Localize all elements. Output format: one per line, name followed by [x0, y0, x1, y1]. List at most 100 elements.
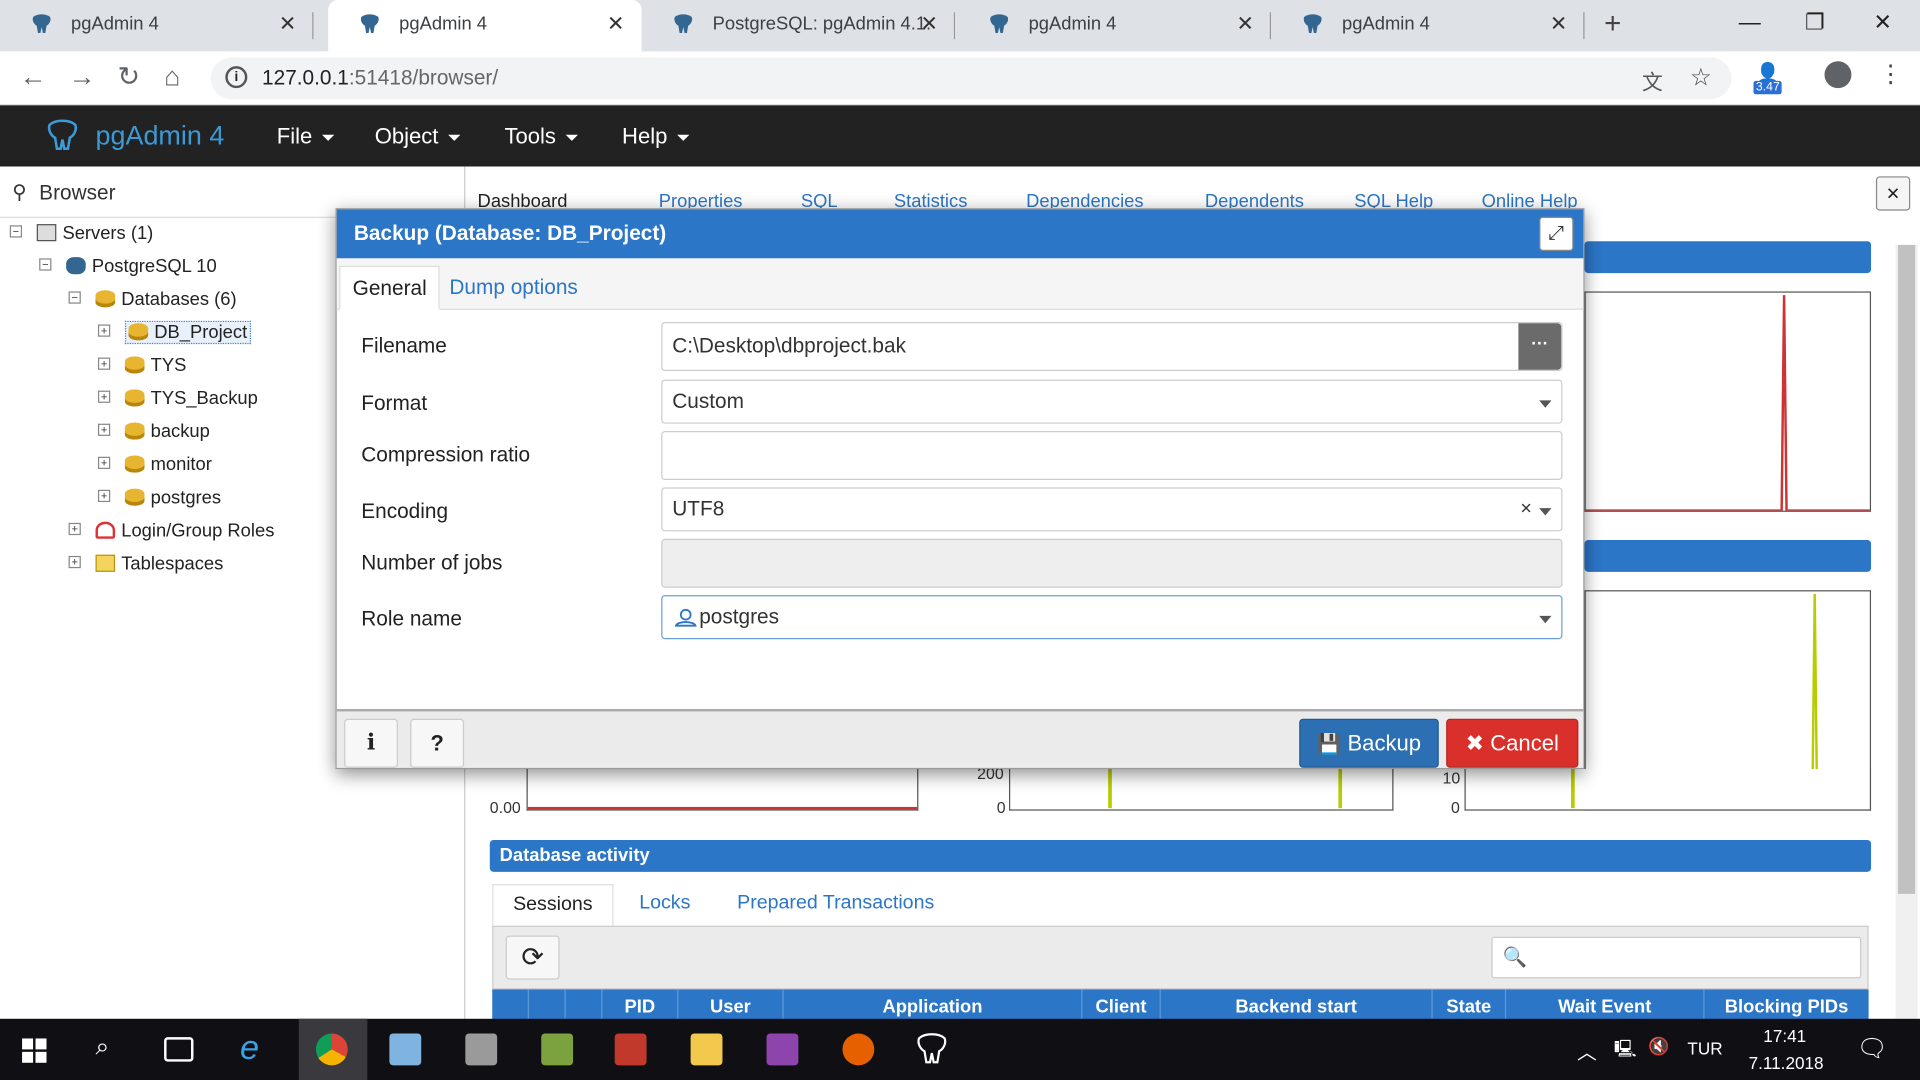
- info-circle-icon[interactable]: i: [225, 66, 248, 89]
- refresh-button[interactable]: ⟳: [505, 935, 560, 980]
- column-header-pid[interactable]: PID: [602, 989, 679, 1022]
- chrome-taskbar-button[interactable]: [298, 1018, 368, 1080]
- expand-toggle-icon[interactable]: +: [97, 390, 111, 403]
- brand-title[interactable]: pgAdmin 4: [96, 105, 225, 166]
- dashboard-scrollbar[interactable]: [1895, 244, 1918, 1019]
- browser-tab[interactable]: pgAdmin 4 ✕: [958, 0, 1272, 51]
- browser-tab[interactable]: PostgreSQL: pgAdmin 4.1.6 ✕: [642, 0, 956, 51]
- tab-dump-options[interactable]: Dump options: [437, 266, 590, 310]
- info-button[interactable]: i: [344, 718, 398, 768]
- notifications-icon[interactable]: 🗨: [1856, 1033, 1887, 1064]
- network-icon[interactable]: 🖳: [1614, 1036, 1637, 1065]
- menu-object[interactable]: Object: [375, 105, 461, 166]
- task-view-icon[interactable]: [164, 1037, 194, 1062]
- expand-toggle-icon[interactable]: +: [97, 489, 111, 503]
- tree-db-item[interactable]: + monitor: [97, 454, 212, 475]
- search-icon[interactable]: ⌕: [96, 1033, 110, 1061]
- tree-databases[interactable]: − Databases (6): [68, 289, 237, 310]
- encoding-select[interactable]: UTF8 ×: [661, 487, 1563, 532]
- home-icon[interactable]: ⌂: [164, 61, 180, 93]
- backup-button[interactable]: 💾 Backup: [1299, 718, 1439, 768]
- tree-db-item[interactable]: + postgres: [97, 487, 221, 508]
- activity-search-input[interactable]: 🔍: [1491, 936, 1862, 979]
- close-tab-icon[interactable]: ✕: [1550, 0, 1567, 49]
- expand-toggle-icon[interactable]: +: [97, 456, 111, 469]
- close-tab-icon[interactable]: ✕: [279, 0, 296, 49]
- column-header-state[interactable]: State: [1433, 989, 1507, 1022]
- extension-icon[interactable]: 👤 3.47: [1753, 61, 1785, 98]
- url-input[interactable]: i 127.0.0.1:51418/browser/ 文 ☆: [210, 57, 1732, 100]
- chevron-up-icon[interactable]: ︿: [1577, 1036, 1597, 1065]
- tree-servers[interactable]: − Servers (1): [9, 223, 153, 244]
- windows-start-icon[interactable]: [22, 1038, 47, 1063]
- browser-tab-active[interactable]: pgAdmin 4 ✕: [328, 0, 642, 52]
- volume-muted-icon[interactable]: 🔇: [1648, 1036, 1669, 1057]
- help-button[interactable]: ?: [410, 718, 465, 768]
- language-indicator[interactable]: TUR: [1687, 1038, 1722, 1058]
- filename-input[interactable]: C:\Desktop\dbproject.bak ···: [661, 322, 1563, 372]
- tree-db-item[interactable]: + backup: [97, 421, 210, 442]
- role-select[interactable]: postgres: [661, 595, 1563, 640]
- tab-locks[interactable]: Locks: [639, 884, 690, 923]
- tree-login-roles[interactable]: + Login/Group Roles: [68, 520, 275, 541]
- column-header-blocking-pids[interactable]: Blocking PIDs: [1705, 989, 1869, 1021]
- column-header-application[interactable]: Application: [784, 989, 1083, 1022]
- reload-icon[interactable]: ↻: [118, 61, 141, 93]
- column-header-client[interactable]: Client: [1082, 989, 1161, 1022]
- menu-tools[interactable]: Tools: [504, 105, 579, 166]
- app-icon[interactable]: [465, 1033, 498, 1066]
- tree-server[interactable]: − PostgreSQL 10: [39, 256, 217, 277]
- new-tab-button[interactable]: +: [1604, 0, 1621, 49]
- toolbox-icon[interactable]: [614, 1033, 647, 1066]
- expand-toggle-icon[interactable]: +: [97, 423, 111, 436]
- clock-time[interactable]: 17:41: [1763, 1026, 1806, 1046]
- column-header-wait-event[interactable]: Wait Event: [1506, 989, 1705, 1022]
- tree-db-item[interactable]: + TYS: [97, 355, 186, 376]
- browser-tab[interactable]: pgAdmin 4 ✕: [0, 0, 314, 51]
- translate-icon[interactable]: 文: [1642, 65, 1663, 96]
- close-tab-icon[interactable]: ✕: [1236, 0, 1253, 49]
- restore-window-icon[interactable]: ❐: [1805, 0, 1825, 44]
- file-explorer-icon[interactable]: [690, 1033, 723, 1066]
- browser-tab[interactable]: pgAdmin 4 ✕: [1271, 0, 1585, 51]
- expand-toggle-icon[interactable]: +: [97, 324, 111, 337]
- dialog-title[interactable]: Backup (Database: DB_Project): [336, 209, 1584, 259]
- column-header-user[interactable]: User: [678, 989, 784, 1022]
- chrome-menu-icon[interactable]: ⋮: [1878, 59, 1902, 90]
- close-window-icon[interactable]: ✕: [1873, 0, 1891, 44]
- tab-sessions[interactable]: Sessions: [492, 884, 614, 926]
- menu-help[interactable]: Help: [622, 105, 690, 166]
- expand-toggle-icon[interactable]: +: [97, 357, 111, 370]
- jobs-input[interactable]: [661, 538, 1563, 588]
- minimize-window-icon[interactable]: —: [1739, 0, 1761, 44]
- format-select[interactable]: Custom: [661, 379, 1563, 424]
- tab-prepared-transactions[interactable]: Prepared Transactions: [737, 884, 934, 923]
- visual-studio-icon[interactable]: [766, 1033, 799, 1066]
- tree-tablespaces[interactable]: + Tablespaces: [68, 553, 223, 574]
- file-server-icon[interactable]: [389, 1033, 422, 1066]
- maximize-icon[interactable]: ⤢: [1539, 216, 1574, 252]
- menu-file[interactable]: File: [277, 105, 335, 166]
- app-icon[interactable]: [541, 1033, 574, 1066]
- collapse-toggle-icon[interactable]: −: [9, 225, 23, 238]
- bookmark-star-icon[interactable]: ☆: [1690, 62, 1712, 93]
- close-tab-icon[interactable]: ✕: [607, 0, 624, 49]
- expand-toggle-icon[interactable]: +: [68, 522, 81, 536]
- tree-db-item[interactable]: + TYS_Backup: [97, 388, 258, 409]
- compression-input[interactable]: [661, 431, 1563, 481]
- firefox-icon[interactable]: [842, 1033, 875, 1066]
- close-tab-icon[interactable]: ✕: [921, 0, 938, 49]
- browse-file-button[interactable]: ···: [1518, 323, 1562, 370]
- tab-general[interactable]: General: [339, 265, 441, 310]
- edge-icon[interactable]: e: [240, 1029, 259, 1068]
- collapse-toggle-icon[interactable]: −: [68, 291, 81, 304]
- collapse-toggle-icon[interactable]: −: [39, 258, 52, 271]
- tree-db-item[interactable]: + DB_Project: [97, 320, 251, 345]
- close-panel-icon[interactable]: ✕: [1875, 176, 1911, 211]
- cancel-button[interactable]: ✖ Cancel: [1446, 718, 1579, 768]
- profile-avatar-icon[interactable]: [1824, 61, 1852, 89]
- clear-icon[interactable]: ×: [1520, 489, 1531, 531]
- column-header-backend-start[interactable]: Backend start: [1161, 989, 1433, 1022]
- expand-toggle-icon[interactable]: +: [68, 555, 81, 569]
- forward-arrow-icon[interactable]: →: [69, 61, 96, 93]
